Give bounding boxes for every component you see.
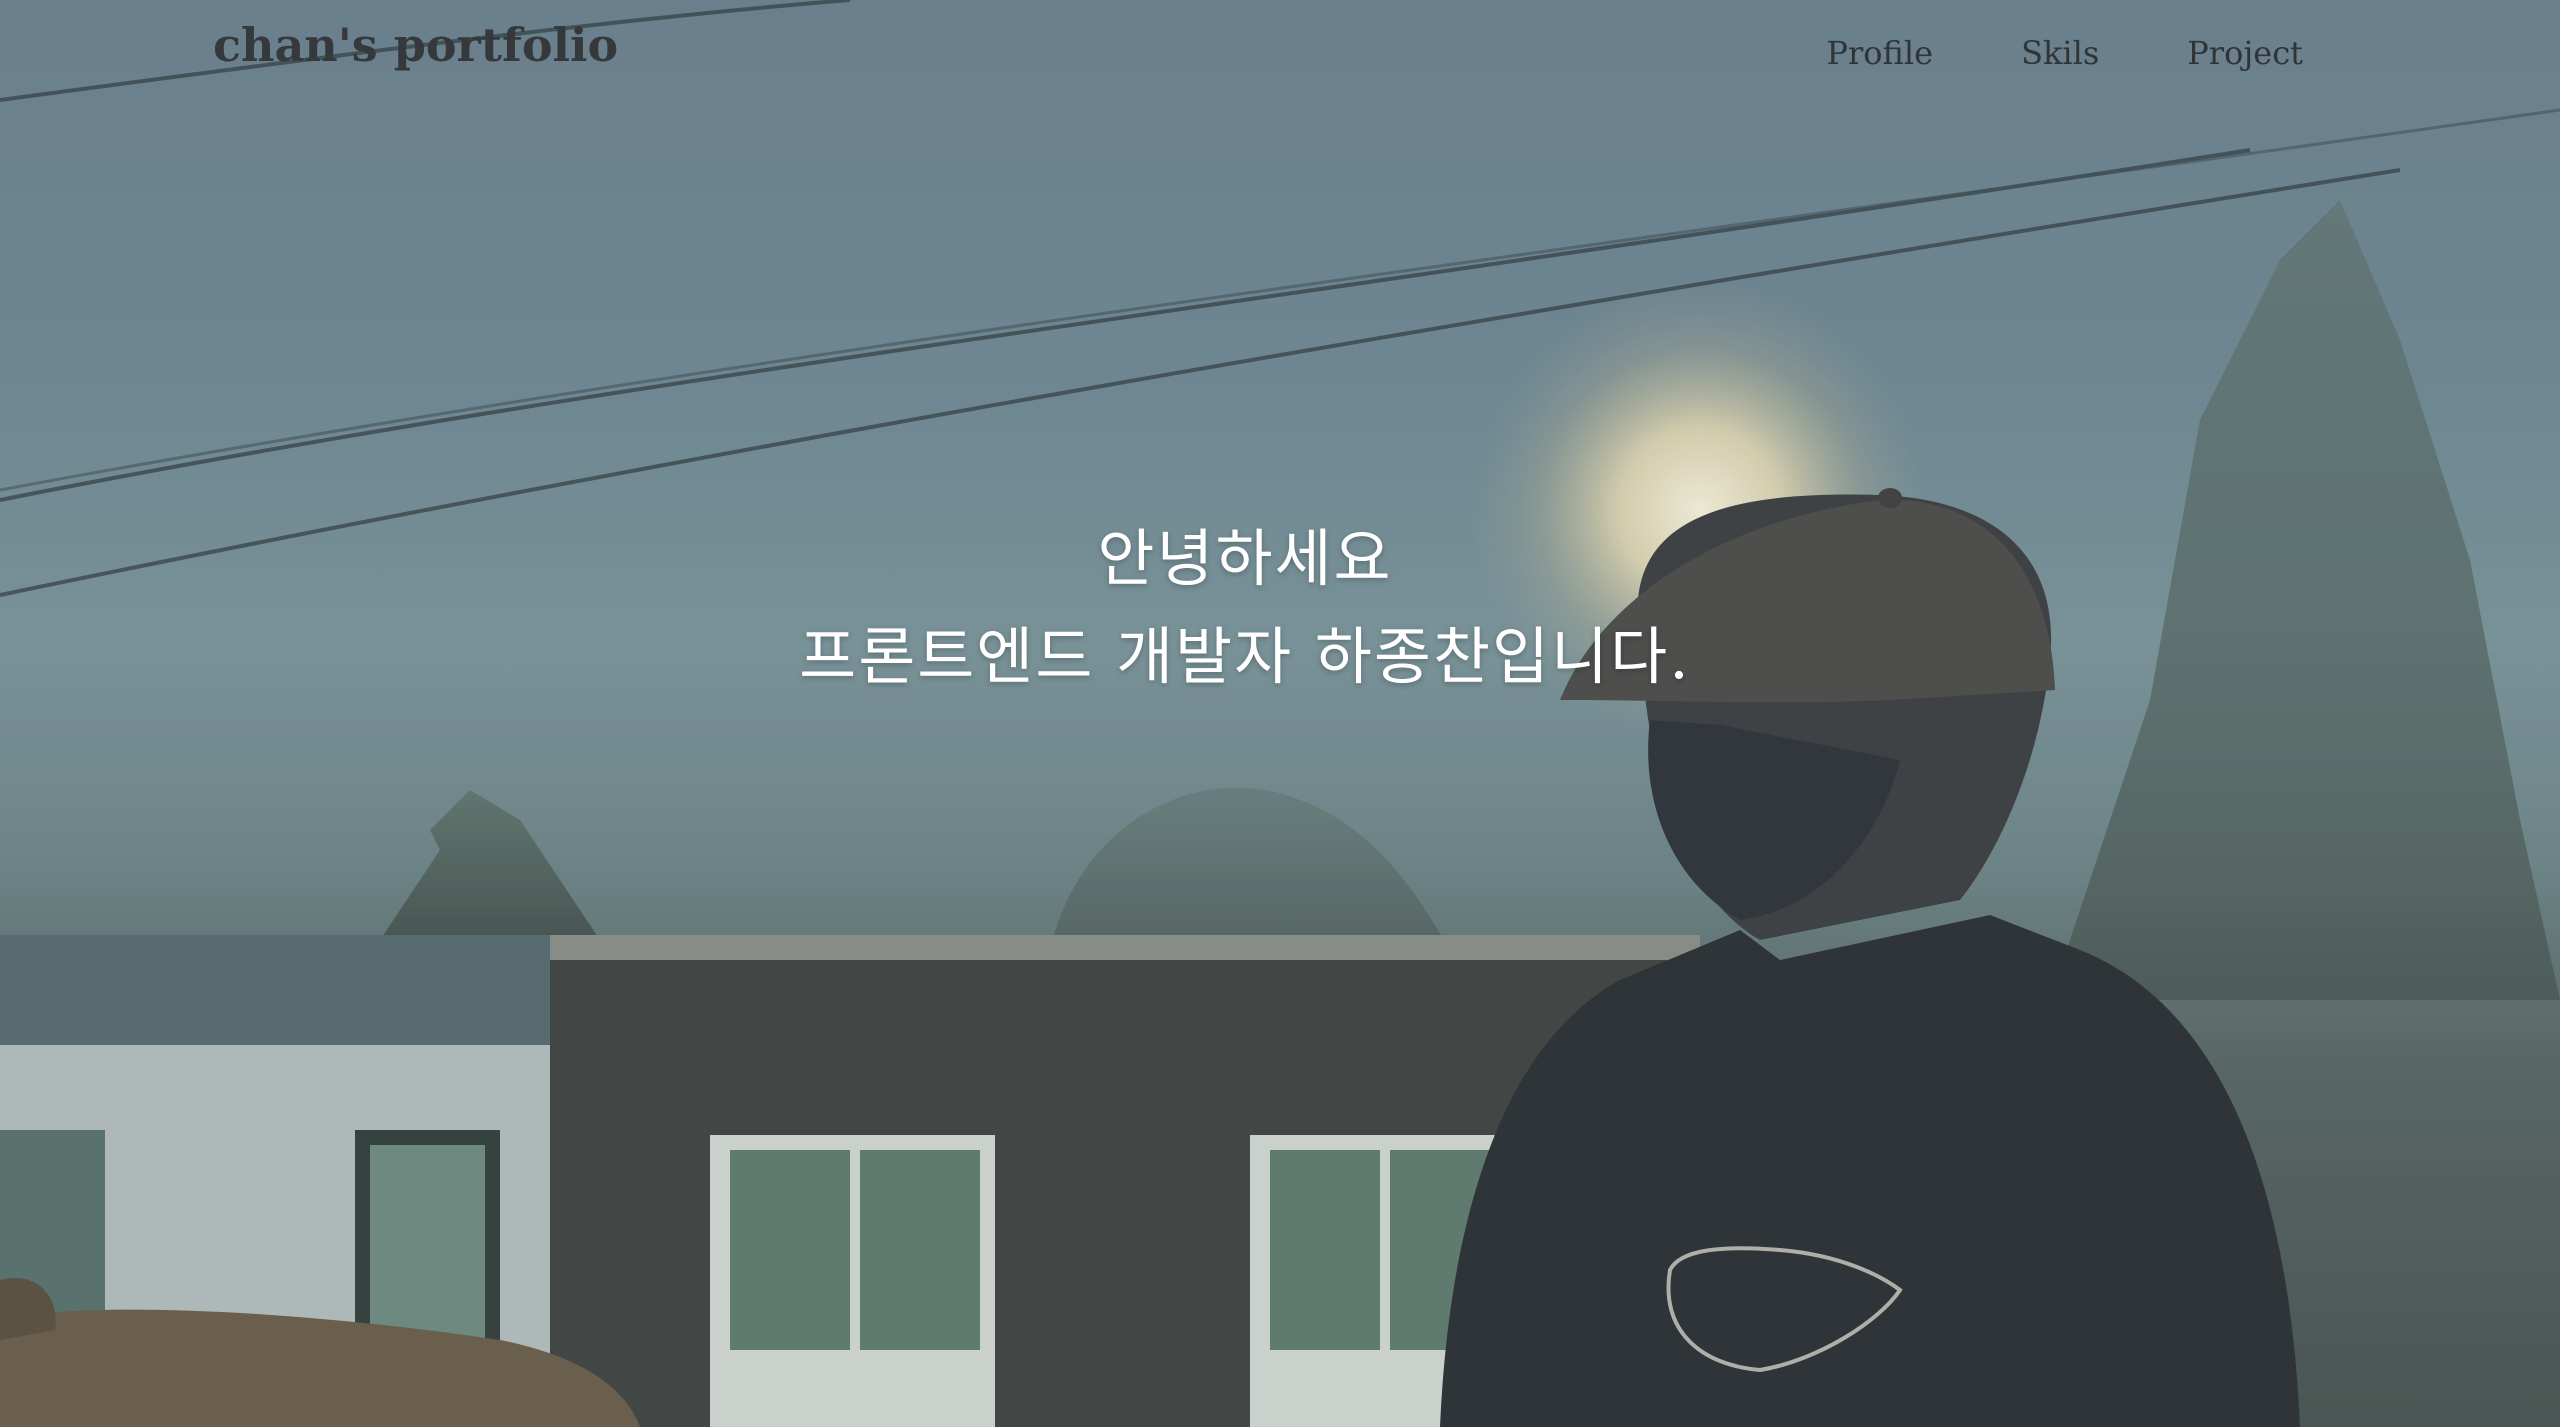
nav-item-profile[interactable]: Profile (1826, 34, 1933, 72)
top-navbar: chan's portfolio Profile Skils Project (0, 0, 2560, 110)
nav-item-project[interactable]: Project (2187, 34, 2303, 72)
hero-photo-illustration (0, 0, 2560, 1427)
hero-background-photo (0, 0, 2560, 1427)
brand-title-link[interactable]: chan's portfolio (213, 18, 618, 72)
hero-greeting: 안녕하세요 (1097, 522, 1393, 595)
nav-item-skils[interactable]: Skils (2021, 34, 2099, 72)
hero-headline: 안녕하세요 프론트엔드 개발자 하종찬입니다. (0, 510, 2490, 706)
nav-menu: Profile Skils Project (1826, 34, 2303, 72)
hero-intro: 프론트엔드 개발자 하종찬입니다. (799, 620, 1691, 693)
